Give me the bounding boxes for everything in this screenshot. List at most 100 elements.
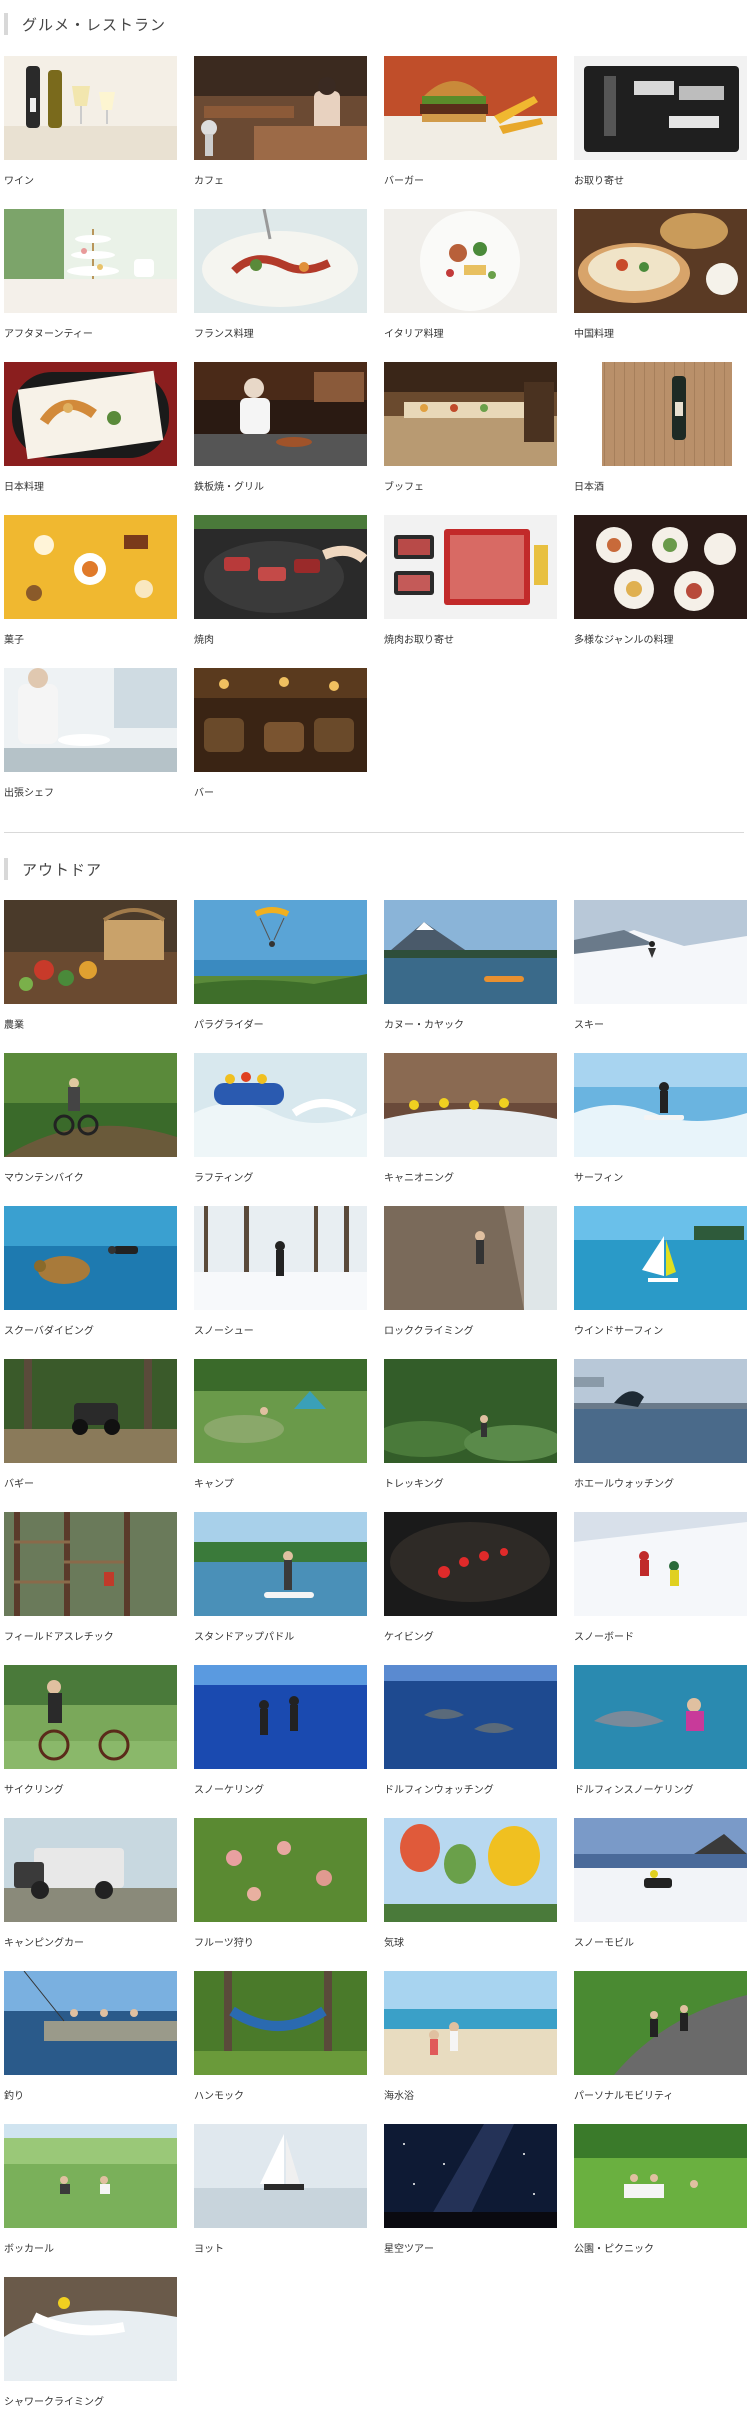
- category-card[interactable]: キャンプ: [194, 1359, 367, 1501]
- category-label[interactable]: フランス料理: [194, 325, 254, 340]
- category-label[interactable]: 公園・ピクニック: [574, 2240, 654, 2255]
- category-label[interactable]: ドルフィンスノーケリング: [574, 1781, 694, 1796]
- category-thumbnail[interactable]: [384, 1053, 557, 1157]
- category-card[interactable]: カヌー・カヤック: [384, 900, 557, 1042]
- category-thumbnail[interactable]: [384, 900, 557, 1004]
- category-label[interactable]: バーガー: [384, 172, 424, 187]
- category-thumbnail[interactable]: [194, 1665, 367, 1769]
- category-label[interactable]: 出張シェフ: [4, 784, 54, 799]
- category-thumbnail[interactable]: [4, 1512, 177, 1616]
- category-card[interactable]: イタリア料理: [384, 209, 557, 351]
- category-thumbnail[interactable]: [384, 1206, 557, 1310]
- category-thumbnail[interactable]: [574, 1053, 747, 1157]
- category-card[interactable]: ハンモック: [194, 1971, 367, 2113]
- category-label[interactable]: スノーモビル: [574, 1934, 634, 1949]
- category-card[interactable]: 日本酒: [574, 362, 747, 504]
- category-thumbnail[interactable]: [194, 2124, 367, 2228]
- category-label[interactable]: 釣り: [4, 2087, 24, 2102]
- category-label[interactable]: ドルフィンウォッチング: [384, 1781, 494, 1796]
- category-label[interactable]: トレッキング: [384, 1475, 444, 1490]
- category-thumbnail[interactable]: [384, 1359, 557, 1463]
- category-card[interactable]: パーソナルモビリティ: [574, 1971, 747, 2113]
- category-card[interactable]: スノーボード: [574, 1512, 747, 1654]
- category-card[interactable]: 海水浴: [384, 1971, 557, 2113]
- category-label[interactable]: 日本酒: [574, 478, 604, 493]
- category-card[interactable]: 出張シェフ: [4, 668, 177, 810]
- category-label[interactable]: ホエールウォッチング: [574, 1475, 674, 1490]
- category-label[interactable]: 中国料理: [574, 325, 614, 340]
- category-label[interactable]: 菓子: [4, 631, 24, 646]
- category-label[interactable]: 星空ツアー: [384, 2240, 434, 2255]
- category-label[interactable]: ロッククライミング: [384, 1322, 474, 1337]
- category-card[interactable]: 釣り: [4, 1971, 177, 2113]
- category-thumbnail[interactable]: [194, 1971, 367, 2075]
- category-thumbnail[interactable]: [384, 1818, 557, 1922]
- category-card[interactable]: スキー: [574, 900, 747, 1042]
- category-card[interactable]: バギー: [4, 1359, 177, 1501]
- category-thumbnail[interactable]: [194, 900, 367, 1004]
- category-thumbnail[interactable]: [574, 209, 747, 313]
- category-card[interactable]: 農業: [4, 900, 177, 1042]
- category-thumbnail[interactable]: [4, 1206, 177, 1310]
- category-thumbnail[interactable]: [384, 56, 557, 160]
- category-thumbnail[interactable]: [4, 668, 177, 772]
- category-card[interactable]: 星空ツアー: [384, 2124, 557, 2266]
- category-thumbnail[interactable]: [4, 1053, 177, 1157]
- category-thumbnail[interactable]: [574, 900, 747, 1004]
- category-thumbnail[interactable]: [384, 1512, 557, 1616]
- category-card[interactable]: 鉄板焼・グリル: [194, 362, 367, 504]
- category-card[interactable]: ラフティング: [194, 1053, 367, 1195]
- category-thumbnail[interactable]: [194, 56, 367, 160]
- category-card[interactable]: トレッキング: [384, 1359, 557, 1501]
- category-thumbnail[interactable]: [4, 362, 177, 466]
- category-label[interactable]: お取り寄せ: [574, 172, 624, 187]
- category-label[interactable]: スノーボード: [574, 1628, 634, 1643]
- category-label[interactable]: 焼肉お取り寄せ: [384, 631, 454, 646]
- category-label[interactable]: ワイン: [4, 172, 34, 187]
- category-label[interactable]: ウインドサーフィン: [574, 1322, 663, 1337]
- category-card[interactable]: お取り寄せ: [574, 56, 747, 198]
- category-label[interactable]: スクーバダイビング: [4, 1322, 94, 1337]
- category-card[interactable]: キャニオニング: [384, 1053, 557, 1195]
- category-label[interactable]: パーソナルモビリティ: [574, 2087, 673, 2102]
- category-card[interactable]: フィールドアスレチック: [4, 1512, 177, 1654]
- category-label[interactable]: スノーシュー: [194, 1322, 254, 1337]
- category-label[interactable]: パラグライダー: [194, 1016, 264, 1031]
- category-label[interactable]: フルーツ狩り: [194, 1934, 254, 1949]
- category-label[interactable]: キャニオニング: [384, 1169, 454, 1184]
- category-label[interactable]: マウンテンバイク: [4, 1169, 84, 1184]
- category-card[interactable]: ブッフェ: [384, 362, 557, 504]
- category-label[interactable]: バギー: [4, 1475, 34, 1490]
- category-thumbnail[interactable]: [574, 1818, 747, 1922]
- category-label[interactable]: キャンプ: [194, 1475, 234, 1490]
- category-label[interactable]: スタンドアップパドル: [194, 1628, 294, 1643]
- category-label[interactable]: スノーケリング: [194, 1781, 264, 1796]
- category-thumbnail[interactable]: [574, 2124, 747, 2228]
- category-label[interactable]: ハンモック: [194, 2087, 244, 2102]
- category-label[interactable]: イタリア料理: [384, 325, 444, 340]
- category-label[interactable]: カフェ: [194, 172, 224, 187]
- category-card[interactable]: ウインドサーフィン: [574, 1206, 747, 1348]
- category-card[interactable]: スノーモビル: [574, 1818, 747, 1960]
- category-label[interactable]: 多様なジャンルの料理: [574, 631, 674, 646]
- category-card[interactable]: 気球: [384, 1818, 557, 1960]
- category-label[interactable]: 焼肉: [194, 631, 214, 646]
- category-label[interactable]: 日本料理: [4, 478, 44, 493]
- category-card[interactable]: 多様なジャンルの料理: [574, 515, 747, 657]
- category-card[interactable]: フルーツ狩り: [194, 1818, 367, 1960]
- category-card[interactable]: スノーケリング: [194, 1665, 367, 1807]
- category-thumbnail[interactable]: [4, 515, 177, 619]
- category-thumbnail[interactable]: [574, 362, 747, 466]
- category-card[interactable]: 日本料理: [4, 362, 177, 504]
- category-card[interactable]: シャワークライミング: [4, 2277, 177, 2419]
- category-thumbnail[interactable]: [194, 668, 367, 772]
- category-thumbnail[interactable]: [4, 1359, 177, 1463]
- category-label[interactable]: ラフティング: [194, 1169, 253, 1184]
- category-label[interactable]: スキー: [574, 1016, 604, 1031]
- category-label[interactable]: 気球: [384, 1934, 404, 1949]
- category-card[interactable]: 焼肉: [194, 515, 367, 657]
- category-card[interactable]: ロッククライミング: [384, 1206, 557, 1348]
- category-label[interactable]: サーフィン: [574, 1169, 623, 1184]
- category-thumbnail[interactable]: [384, 209, 557, 313]
- category-thumbnail[interactable]: [194, 1206, 367, 1310]
